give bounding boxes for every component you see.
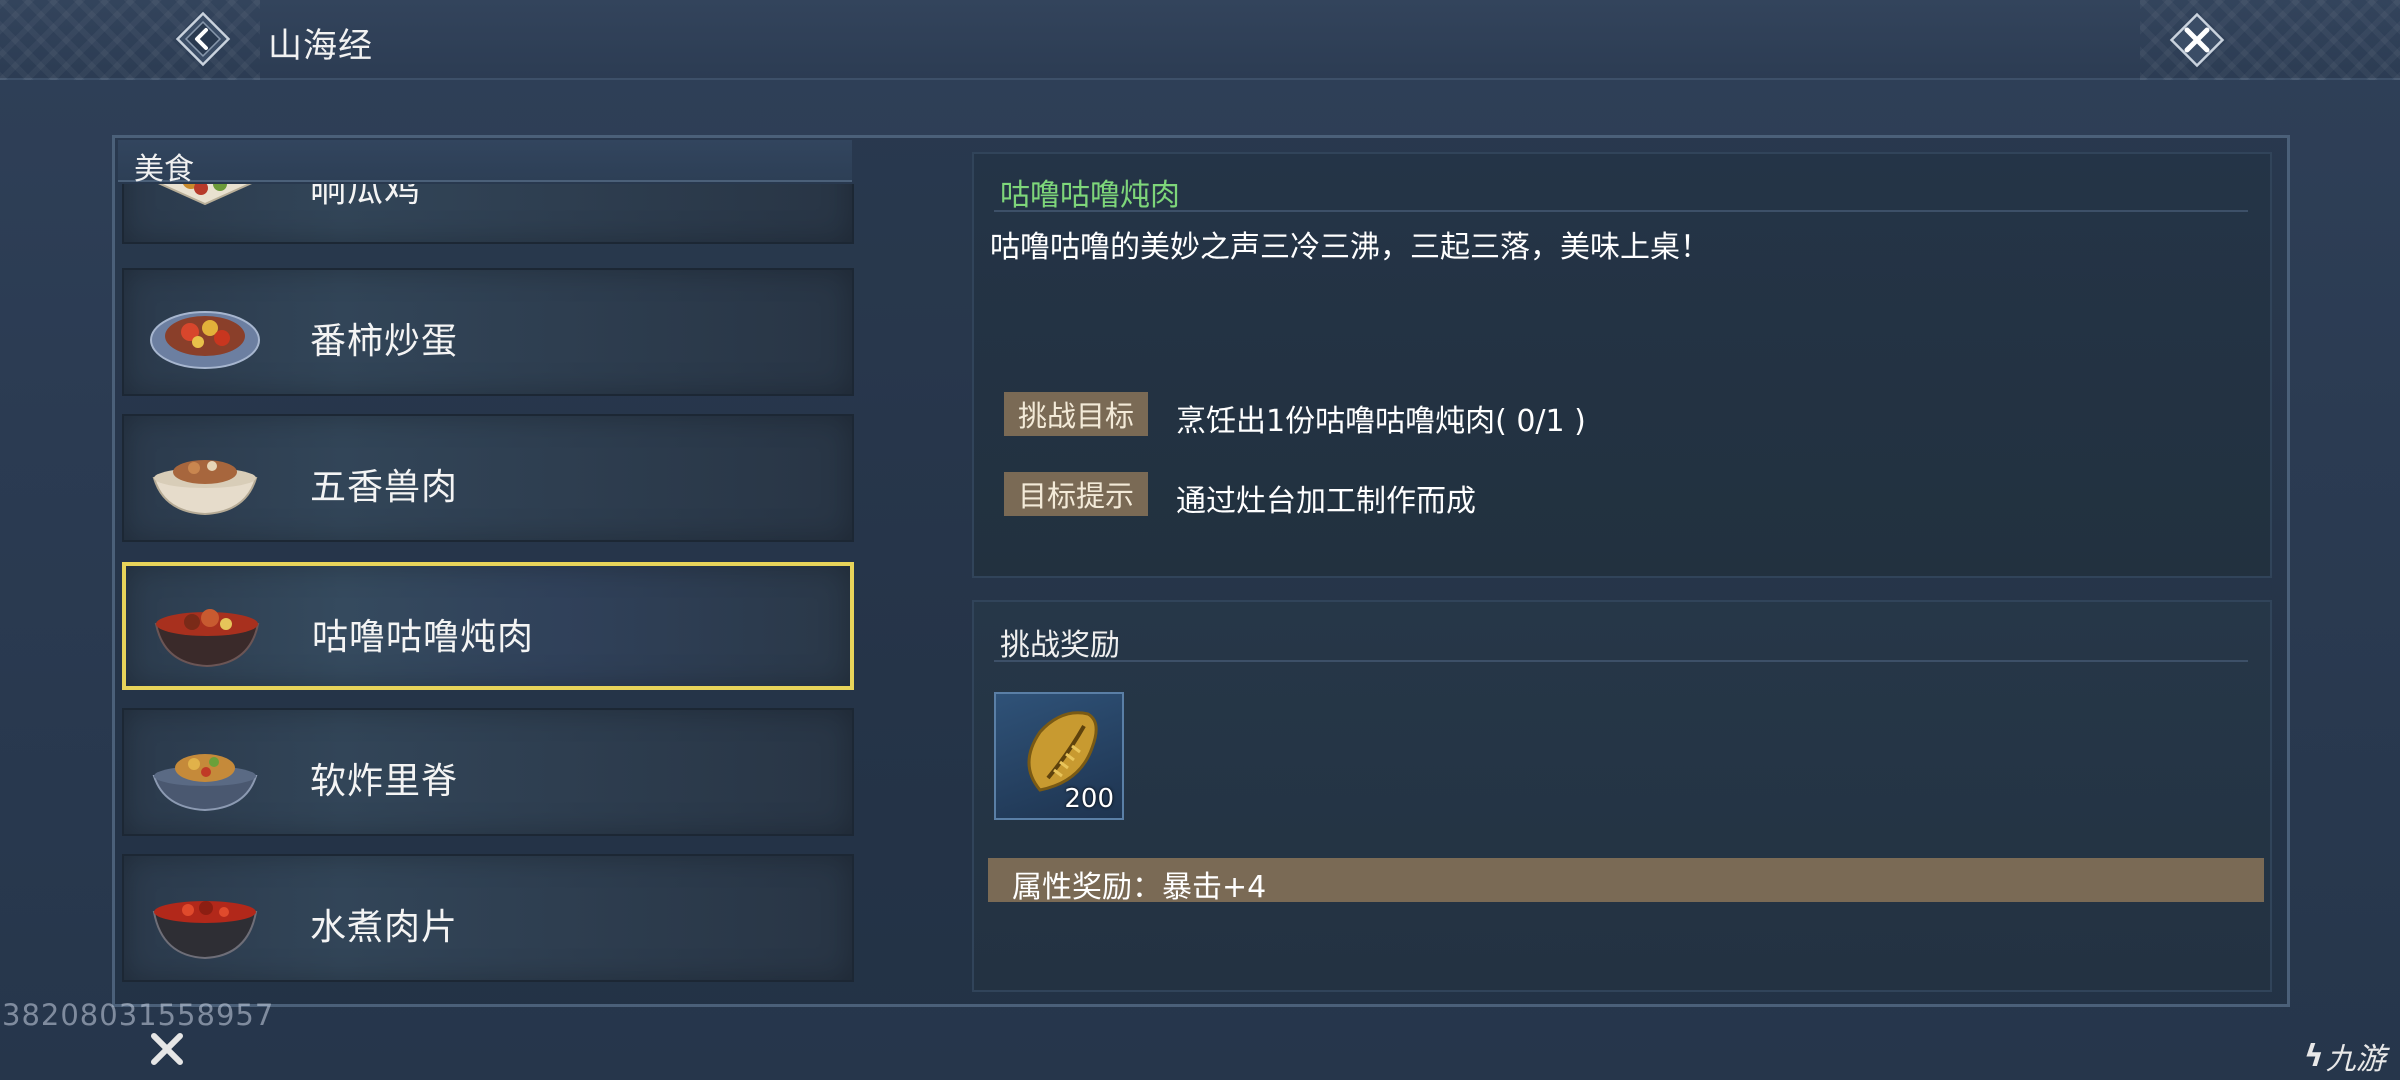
dish-bowl-icon — [146, 876, 264, 964]
hint-tag: 目标提示 — [1004, 472, 1148, 516]
reward-title: 挑战奖励 — [1000, 628, 1120, 663]
top-bar: 山海经 — [0, 0, 2400, 80]
food-item-fried-tenderloin[interactable]: 软炸里脊 — [122, 708, 854, 836]
food-item-label: 咕噜咕噜炖肉 — [312, 617, 535, 658]
food-item-spiced-meat[interactable]: 五香兽肉 — [122, 414, 854, 542]
food-list[interactable]: 晌瓜鸡 番柿炒蛋 五香兽肉 咕噜咕噜炖肉 软炸里脊 水煮肉片 — [118, 184, 858, 986]
food-item-label: 晌瓜鸡 — [310, 184, 422, 210]
reward-panel: 挑战奖励 200 属性奖励：暴击+4 — [972, 600, 2272, 992]
food-item-roast-chicken[interactable]: 晌瓜鸡 — [122, 184, 854, 244]
list-section-label: 美食 — [134, 152, 194, 187]
page-title: 山海经 — [268, 26, 373, 66]
dish-plate-icon — [146, 290, 264, 378]
food-item-label: 水煮肉片 — [310, 907, 459, 948]
hint-text: 通过灶台加工制作而成 — [1176, 484, 1476, 519]
dish-plate-icon — [146, 184, 264, 226]
dish-bowl-icon — [148, 586, 266, 674]
list-header: 美食 — [118, 140, 852, 187]
screen: 山海经 美食 晌瓜鸡 番柿炒蛋 五香兽肉 咕噜咕噜炖肉 软炸里脊 水煮肉片 咕噜… — [0, 0, 2400, 1080]
reward-count: 200 — [1064, 784, 1114, 814]
close-icon — [2169, 12, 2225, 68]
dish-bowl-icon — [146, 730, 264, 818]
logo-text: 九游 — [2325, 1042, 2386, 1077]
goal-tag: 挑战目标 — [1004, 392, 1148, 436]
close-button[interactable] — [2165, 8, 2229, 72]
detail-description: 咕噜咕噜的美妙之声三冷三沸，三起三落，美味上桌！ — [990, 230, 1710, 265]
food-item-tomato-egg[interactable]: 番柿炒蛋 — [122, 268, 854, 396]
reward-item-slot[interactable]: 200 — [994, 692, 1124, 820]
food-item-label: 番柿炒蛋 — [310, 321, 459, 362]
detail-title: 咕噜咕噜炖肉 — [1000, 178, 1180, 213]
attribute-reward-bar: 属性奖励：暴击+4 — [988, 858, 2264, 905]
site-logo: ϟ 九游 — [2304, 1034, 2386, 1078]
close-bottom-button[interactable] — [142, 1024, 192, 1074]
food-item-label: 软炸里脊 — [310, 761, 459, 802]
food-item-stew-selected[interactable]: 咕噜咕噜炖肉 — [122, 562, 854, 690]
dish-bowl-icon — [146, 436, 264, 524]
logo-mark-icon: ϟ — [2304, 1038, 2324, 1074]
attribute-reward-text: 属性奖励：暴击+4 — [1012, 870, 1267, 905]
goal-text: 烹饪出1份咕噜咕噜炖肉( 0/1 ) — [1176, 404, 1586, 439]
food-item-label: 五香兽肉 — [310, 467, 459, 508]
divider — [994, 210, 2248, 212]
detail-panel: 咕噜咕噜炖肉 咕噜咕噜的美妙之声三冷三沸，三起三落，美味上桌！ 挑战目标 烹饪出… — [972, 152, 2272, 578]
user-id-watermark: 38208031558957 — [2, 998, 275, 1032]
close-icon — [151, 1033, 183, 1065]
back-arrow-icon — [175, 11, 231, 67]
food-item-boiled-meat[interactable]: 水煮肉片 — [122, 854, 854, 982]
back-button[interactable] — [172, 8, 234, 70]
divider — [994, 660, 2248, 662]
